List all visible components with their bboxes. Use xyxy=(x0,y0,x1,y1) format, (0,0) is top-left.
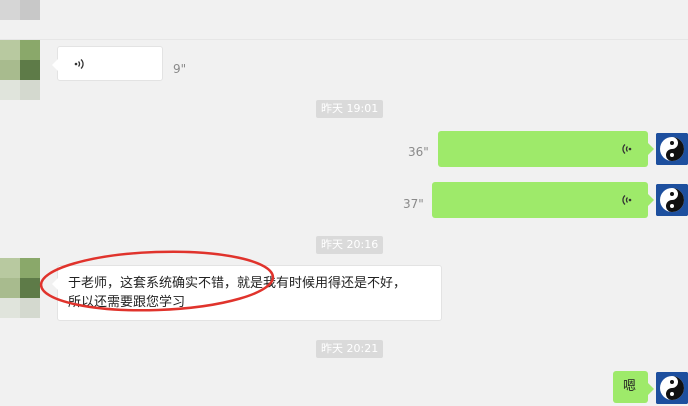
timestamp: 昨天 20:16 xyxy=(316,236,384,254)
yin-yang-avatar-icon xyxy=(656,372,688,404)
voice-wave-icon xyxy=(622,144,632,154)
avatar-contact-shade xyxy=(0,80,40,100)
avatar-contact[interactable] xyxy=(0,40,40,80)
text-message-outgoing[interactable]: 嗯 xyxy=(613,371,654,403)
timestamp: 昨天 20:21 xyxy=(316,340,384,358)
avatar-self[interactable] xyxy=(656,184,688,216)
yin-yang-avatar-icon xyxy=(656,133,688,165)
avatar-contact-shade xyxy=(0,298,40,318)
voice-message-outgoing[interactable] xyxy=(438,131,654,167)
voice-duration: 37" xyxy=(403,197,424,211)
voice-wave-icon xyxy=(74,59,84,69)
yin-yang-avatar-icon xyxy=(656,184,688,216)
voice-message-incoming[interactable] xyxy=(52,46,163,81)
chat-panel: 9" 昨天 19:01 36" 37" 昨天 20:16 于老师，这套系统确实不… xyxy=(0,0,688,406)
voice-wave-icon xyxy=(622,195,632,205)
voice-duration: 9" xyxy=(173,62,187,76)
avatar-contact[interactable] xyxy=(0,258,40,298)
chat-divider xyxy=(0,39,688,40)
avatar-partial-top[interactable] xyxy=(0,0,40,20)
avatar-self[interactable] xyxy=(656,372,688,404)
voice-duration: 36" xyxy=(408,145,429,159)
avatar-self[interactable] xyxy=(656,133,688,165)
message-text: 嗯 xyxy=(623,379,637,394)
timestamp: 昨天 19:01 xyxy=(316,100,384,118)
voice-message-outgoing[interactable] xyxy=(432,182,654,218)
annotation-circle xyxy=(39,250,275,312)
